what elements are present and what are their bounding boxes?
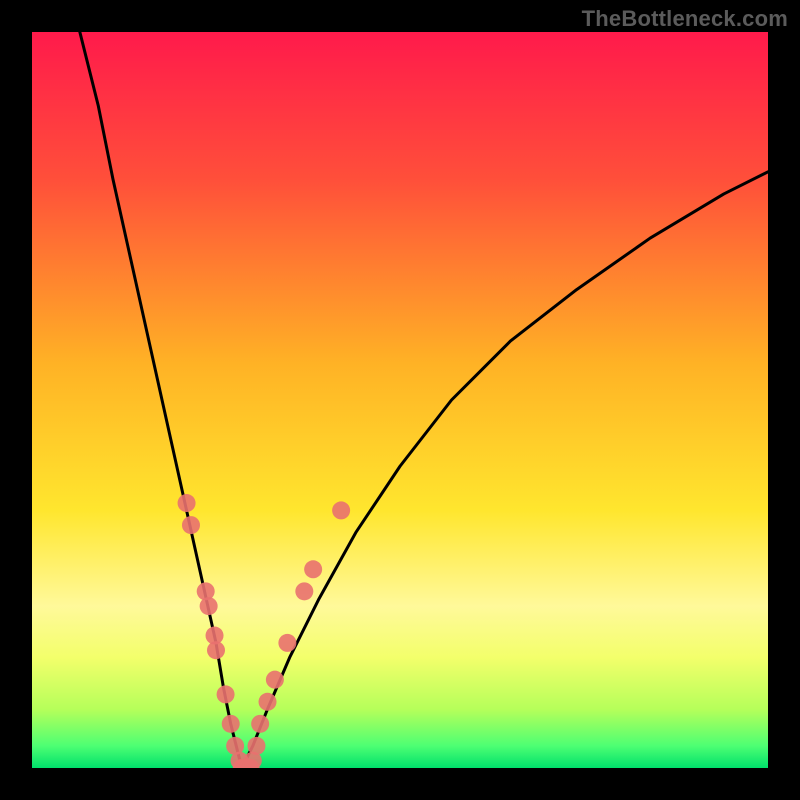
chart-frame: TheBottleneck.com: [0, 0, 800, 800]
data-point: [278, 634, 296, 652]
data-point: [332, 501, 350, 519]
data-point: [207, 641, 225, 659]
data-point: [304, 560, 322, 578]
watermark-text: TheBottleneck.com: [582, 6, 788, 32]
data-point: [217, 685, 235, 703]
data-point: [182, 516, 200, 534]
data-point: [251, 715, 269, 733]
data-point: [259, 693, 277, 711]
data-point: [247, 737, 265, 755]
data-point: [222, 715, 240, 733]
data-point: [178, 494, 196, 512]
data-point: [200, 597, 218, 615]
data-point: [295, 582, 313, 600]
data-point: [266, 671, 284, 689]
chart-svg: [32, 32, 768, 768]
plot-area: [32, 32, 768, 768]
gradient-background: [32, 32, 768, 768]
